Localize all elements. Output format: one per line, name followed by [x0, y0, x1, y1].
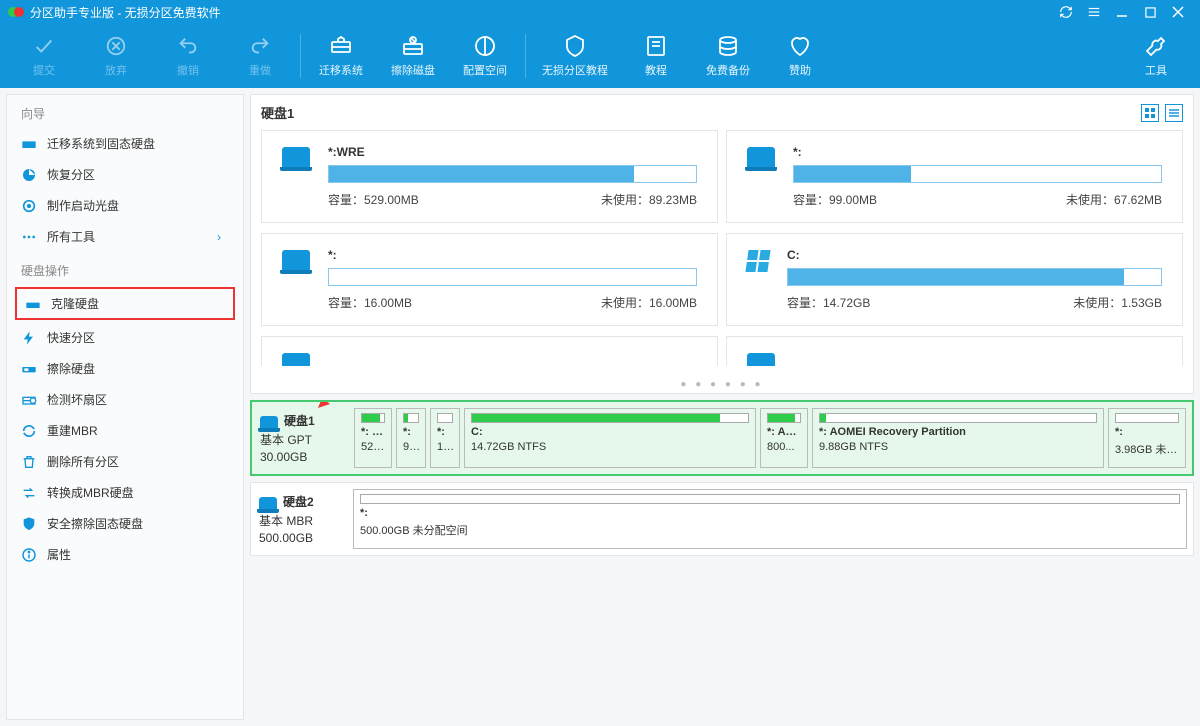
pie-icon: [21, 167, 37, 183]
sidebar-wipe-disk[interactable]: 擦除硬盘: [7, 353, 243, 384]
toolbar: 提交 放弃 撤销 重做 迁移系统 擦除磁盘 配置空间 无损分区教程 教程 免费备…: [0, 24, 1200, 88]
help-button[interactable]: 教程: [620, 24, 692, 88]
disc-icon: [21, 198, 37, 214]
volume-icon: [282, 250, 310, 270]
ssd-icon: [21, 136, 37, 152]
disklist-disk2[interactable]: 硬盘2 基本 MBR 500.00GB *: 500.00GB 未分配空间: [250, 482, 1194, 556]
usage-bar: [787, 268, 1162, 286]
usage-bar: [328, 165, 697, 183]
backup-button[interactable]: 免费备份: [692, 24, 764, 88]
commit-button[interactable]: 提交: [8, 24, 80, 88]
partition-card[interactable]: [261, 336, 718, 366]
disk1-label: 硬盘1 基本 GPT 30.00GB: [258, 408, 348, 468]
trash-icon: [21, 454, 37, 470]
info-icon: [21, 547, 37, 563]
volume-icon: [747, 147, 775, 167]
discard-button[interactable]: 放弃: [80, 24, 152, 88]
partition-box[interactable]: *: W...529...: [354, 408, 392, 468]
sidebar-quick-partition[interactable]: 快速分区: [7, 322, 243, 353]
migrate-os-button[interactable]: 迁移系统: [305, 24, 377, 88]
window-title: 分区助手专业版 - 无损分区免费软件: [30, 4, 221, 21]
partition-box[interactable]: *: AO...800...: [760, 408, 808, 468]
sidebar-clone-disk[interactable]: 克隆硬盘: [15, 287, 235, 320]
disk2-partition[interactable]: *: 500.00GB 未分配空间: [353, 489, 1187, 549]
sidebar-convert-mbr[interactable]: 转换成MBR硬盘: [7, 477, 243, 508]
bolt-icon: [21, 330, 37, 346]
minimize-icon[interactable]: [1108, 0, 1136, 24]
shield-icon: [21, 516, 37, 532]
close-icon[interactable]: [1164, 0, 1192, 24]
refresh-icon[interactable]: [1052, 0, 1080, 24]
sidebar-bootable-media[interactable]: 制作启动光盘: [7, 190, 243, 221]
titlebar: 分区助手专业版 - 无损分区免费软件: [0, 0, 1200, 24]
menu-icon[interactable]: [1080, 0, 1108, 24]
disk-icon: [260, 416, 278, 428]
convert-icon: [21, 485, 37, 501]
usage-bar: [793, 165, 1162, 183]
grid-view-icon[interactable]: [1141, 104, 1159, 122]
scan-icon: [21, 392, 37, 408]
undo-button[interactable]: 撤销: [152, 24, 224, 88]
sidebar-surface-test[interactable]: 检测坏扇区: [7, 384, 243, 415]
partition-box[interactable]: C:14.72GB NTFS: [464, 408, 756, 468]
sidebar-all-tools[interactable]: 所有工具›: [7, 221, 243, 252]
sidebar-properties[interactable]: 属性: [7, 539, 243, 570]
sidebar-migrate-ssd[interactable]: 迁移系统到固态硬盘: [7, 128, 243, 159]
sidebar-secure-erase[interactable]: 安全擦除固态硬盘: [7, 508, 243, 539]
usage-bar: [328, 268, 697, 286]
sidebar-wizard-header: 向导: [7, 95, 243, 128]
clone-icon: [25, 296, 41, 312]
main-panel: 硬盘1 *:WRE容量：529.00MB未使用：89.23MB*:容量：99.0…: [244, 88, 1200, 726]
sidebar-recover-partition[interactable]: 恢复分区: [7, 159, 243, 190]
disklist-disk1[interactable]: 硬盘1 基本 GPT 30.00GB *: W...529...*:99...*…: [250, 400, 1194, 476]
sidebar-rebuild-mbr[interactable]: 重建MBR: [7, 415, 243, 446]
disk1-title: 硬盘1: [261, 103, 294, 122]
tutorial-button[interactable]: 无损分区教程: [530, 24, 620, 88]
volume-icon: [282, 353, 310, 366]
disk2-label: 硬盘2 基本 MBR 500.00GB: [257, 489, 347, 549]
partition-box[interactable]: *: AOMEI Recovery Partition9.88GB NTFS: [812, 408, 1104, 468]
refresh-icon: [21, 423, 37, 439]
redo-button[interactable]: 重做: [224, 24, 296, 88]
allocate-space-button[interactable]: 配置空间: [449, 24, 521, 88]
volume-icon: [282, 147, 310, 167]
app-logo-icon: [8, 4, 24, 20]
volume-icon: [747, 353, 775, 366]
content: 向导 迁移系统到固态硬盘 恢复分区 制作启动光盘 所有工具› 硬盘操作 克隆硬盘…: [0, 88, 1200, 726]
tools-button[interactable]: 工具: [1120, 24, 1192, 88]
eraser-icon: [21, 361, 37, 377]
wipe-disk-button[interactable]: 擦除磁盘: [377, 24, 449, 88]
partition-box[interactable]: *:3.98GB 未分...: [1108, 408, 1186, 468]
sidebar-diskops-header: 硬盘操作: [7, 252, 243, 285]
list-view-icon[interactable]: [1165, 104, 1183, 122]
partition-overview-panel: 硬盘1 *:WRE容量：529.00MB未使用：89.23MB*:容量：99.0…: [250, 94, 1194, 394]
partition-card[interactable]: [726, 336, 1183, 366]
partition-box[interactable]: *:99...: [396, 408, 426, 468]
disk-icon: [259, 497, 277, 509]
sidebar: 向导 迁移系统到固态硬盘 恢复分区 制作启动光盘 所有工具› 硬盘操作 克隆硬盘…: [6, 94, 244, 720]
partition-box[interactable]: *:16...: [430, 408, 460, 468]
partition-card[interactable]: C:容量：14.72GB未使用：1.53GB: [726, 233, 1183, 326]
maximize-icon[interactable]: [1136, 0, 1164, 24]
sidebar-delete-all[interactable]: 删除所有分区: [7, 446, 243, 477]
drag-handle[interactable]: ● ● ● ● ● ●: [261, 376, 1183, 393]
partition-card[interactable]: *:容量：99.00MB未使用：67.62MB: [726, 130, 1183, 223]
partition-card[interactable]: *:容量：16.00MB未使用：16.00MB: [261, 233, 718, 326]
windows-logo-icon: [745, 250, 770, 272]
partition-card[interactable]: *:WRE容量：529.00MB未使用：89.23MB: [261, 130, 718, 223]
chevron-right-icon: ›: [217, 230, 229, 244]
donate-button[interactable]: 赞助: [764, 24, 836, 88]
more-icon: [21, 229, 37, 245]
